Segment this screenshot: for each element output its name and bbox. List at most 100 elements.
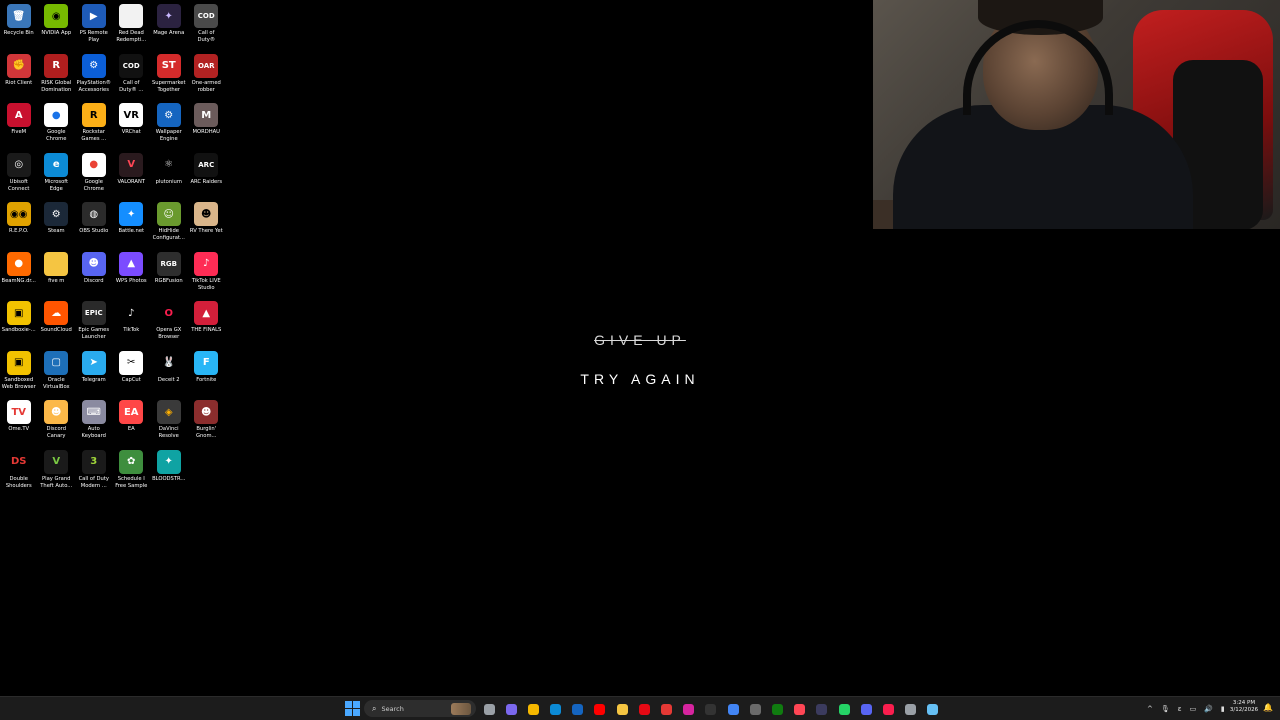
desktop-shortcut[interactable]: ▢ Oracle VirtualBox [38, 349, 76, 399]
desktop-shortcut[interactable]: Red Dead Redempti... [113, 2, 151, 52]
desktop-shortcut[interactable]: 3 Call of Duty Modern ... [75, 448, 113, 498]
desktop-shortcut[interactable]: ⚛ plutonium [150, 151, 188, 201]
taskbar-app-whatsapp[interactable] [835, 700, 853, 718]
battery-icon[interactable]: ▮ [1221, 705, 1225, 713]
desktop-shortcut[interactable]: 🐰 Deceit 2 [150, 349, 188, 399]
desktop-shortcut[interactable]: ● BeamNG.dr... [0, 250, 38, 300]
desktop-shortcut[interactable]: ▶ PS Remote Play [75, 2, 113, 52]
taskbar-app-chrome-canary[interactable] [524, 700, 542, 718]
desktop-shortcut[interactable]: ● Google Chrome [38, 101, 76, 151]
desktop-shortcut[interactable]: ☻ Burglin' Gnom... [188, 398, 226, 448]
taskbar-app-x[interactable] [702, 700, 720, 718]
desktop-shortcut[interactable]: M MORDHAU [188, 101, 226, 151]
taskbar-app-chrome[interactable] [724, 700, 742, 718]
desktop-shortcut[interactable]: five m [38, 250, 76, 300]
desktop-shortcut[interactable]: ◈ DaVinci Resolve [150, 398, 188, 448]
desktop-shortcut[interactable]: EA EA [113, 398, 151, 448]
epic-games-icon: EPIC [81, 301, 106, 325]
taskbar-search-box[interactable]: ⌕ Search [364, 700, 476, 717]
desktop-shortcut[interactable]: ◉◉ R.E.P.O. [0, 200, 38, 250]
taskbar-app-copilot[interactable] [502, 700, 520, 718]
desktop-shortcut[interactable]: ▲ THE FINALS [188, 299, 226, 349]
volume-icon[interactable]: 🔊 [1204, 705, 1213, 713]
taskbar-app-netflix[interactable] [635, 700, 653, 718]
desktop-shortcut[interactable]: ◎ Ubisoft Connect [0, 151, 38, 201]
desktop-shortcut[interactable]: ▣ Sandboxed Web Browser [0, 349, 38, 399]
desktop-shortcut[interactable]: ✦ Battle.net [113, 200, 151, 250]
taskbar-app-discord[interactable] [857, 700, 875, 718]
desktop-shortcut[interactable]: ✦ Mage Arena [150, 2, 188, 52]
language-icon[interactable]: ε [1178, 705, 1182, 713]
taskbar-app-outlook[interactable] [569, 700, 587, 718]
desktop-shortcut[interactable]: ⚙ PlayStation® Accessories [75, 52, 113, 102]
desktop-shortcut[interactable]: ST Supermarket Together [150, 52, 188, 102]
desktop-shortcut[interactable]: ☻ Discord [75, 250, 113, 300]
desktop-shortcut[interactable]: OAR One-armed robber [188, 52, 226, 102]
davinci-resolve-icon: ◈ [156, 400, 181, 424]
taskbar-pinned-apps [480, 700, 946, 718]
desktop-shortcut[interactable]: RGB RGBFusion [150, 250, 188, 300]
desktop-shortcut[interactable]: ☻ Discord Canary [38, 398, 76, 448]
desktop-shortcut-label: R.E.P.O. [9, 228, 29, 234]
desktop-shortcut[interactable]: ⌨ Auto Keyboard [75, 398, 113, 448]
taskbar-app-xbox[interactable] [768, 700, 786, 718]
desktop-shortcut[interactable]: R RISK Global Domination [38, 52, 76, 102]
give-up-option[interactable]: GIVE UP [540, 332, 740, 348]
desktop-shortcut[interactable]: e Microsoft Edge [38, 151, 76, 201]
desktop-shortcut[interactable]: EPIC Epic Games Launcher [75, 299, 113, 349]
desktop-shortcut[interactable]: O Opera GX Browser [150, 299, 188, 349]
desktop-shortcut[interactable]: ARC ARC Raiders [188, 151, 226, 201]
desktop-shortcut[interactable]: ☻ RV There Yet [188, 200, 226, 250]
desktop-shortcut[interactable]: ➤ Telegram [75, 349, 113, 399]
microphone-icon[interactable]: 🎙 [1161, 705, 1170, 713]
desktop-shortcut[interactable]: ☁ SoundCloud [38, 299, 76, 349]
rgbfusion-icon: RGB [156, 251, 181, 276]
desktop-shortcut-label: Red Dead Redempti... [116, 30, 147, 44]
taskbar-app-youtube[interactable] [591, 700, 609, 718]
desktop-shortcut[interactable]: A FiveM [0, 101, 38, 151]
desktop-shortcut[interactable]: F Fortnite [188, 349, 226, 399]
hidhide-icon: ☺ [156, 202, 181, 226]
desktop-shortcut[interactable]: V VALORANT [113, 151, 151, 201]
desktop-shortcut[interactable]: VR VRChat [113, 101, 151, 151]
desktop-shortcut[interactable]: ☺ HidHide Configurat... [150, 200, 188, 250]
taskbar-app-settings[interactable] [902, 700, 920, 718]
network-icon[interactable]: ▭ [1190, 705, 1197, 713]
desktop-shortcut[interactable]: V Play Grand Theft Auto... [38, 448, 76, 498]
desktop-shortcut[interactable]: COD Call of Duty® ... [113, 52, 151, 102]
taskbar-app-instagram[interactable] [680, 700, 698, 718]
desktop-shortcut[interactable]: ✂ CapCut [113, 349, 151, 399]
taskbar-app-wps-office[interactable] [658, 700, 676, 718]
taskbar-app-obs[interactable] [813, 700, 831, 718]
taskbar-app-valorant[interactable] [791, 700, 809, 718]
webcam-headset [963, 20, 1113, 115]
desktop-shortcut[interactable]: ✿ Schedule I Free Sample [113, 448, 151, 498]
desktop-shortcut[interactable]: ● Google Chrome [75, 151, 113, 201]
notification-bell-icon[interactable]: 🔔 [1263, 703, 1273, 712]
taskbar-app-file-explorer[interactable] [613, 700, 631, 718]
desktop-shortcut[interactable]: R Rockstar Games ... [75, 101, 113, 151]
desktop-shortcut[interactable]: ◍ OBS Studio [75, 200, 113, 250]
try-again-option[interactable]: TRY AGAIN [540, 371, 740, 387]
taskbar-app-edge[interactable] [547, 700, 565, 718]
desktop-shortcut[interactable]: 🗑 Recycle Bin [0, 2, 38, 52]
desktop-shortcut[interactable]: ✦ BLOODSTR... [150, 448, 188, 498]
desktop-shortcut[interactable]: ♪ TikTok [113, 299, 151, 349]
taskbar-app-file-explorer-window[interactable] [480, 700, 498, 718]
start-button[interactable] [345, 701, 360, 716]
desktop-shortcut[interactable]: ▲ WPS Photos [113, 250, 151, 300]
desktop-shortcut[interactable]: COD Call of Duty® [188, 2, 226, 52]
desktop-shortcut[interactable]: ◉ NVIDIA App [38, 2, 76, 52]
desktop-shortcut[interactable]: ⚙ Steam [38, 200, 76, 250]
desktop-shortcut[interactable]: DS Double Shoulders [0, 448, 38, 498]
desktop-shortcut[interactable]: ♪ TikTok LIVE Studio [188, 250, 226, 300]
desktop-shortcut[interactable]: ✊ Riot Client [0, 52, 38, 102]
tray-chevron-icon[interactable]: ^ [1147, 705, 1153, 713]
desktop-shortcut[interactable]: ⚙ Wallpaper Engine [150, 101, 188, 151]
taskbar-app-steam[interactable] [924, 700, 942, 718]
taskbar-clock[interactable]: 3:24 PM 3/12/2026 [1228, 700, 1260, 714]
taskbar-app-opera-gx[interactable] [879, 700, 897, 718]
desktop-shortcut[interactable]: ▣ Sandboxie-... [0, 299, 38, 349]
taskbar-app-photos[interactable] [746, 700, 764, 718]
desktop-shortcut[interactable]: TV Ome.TV [0, 398, 38, 448]
